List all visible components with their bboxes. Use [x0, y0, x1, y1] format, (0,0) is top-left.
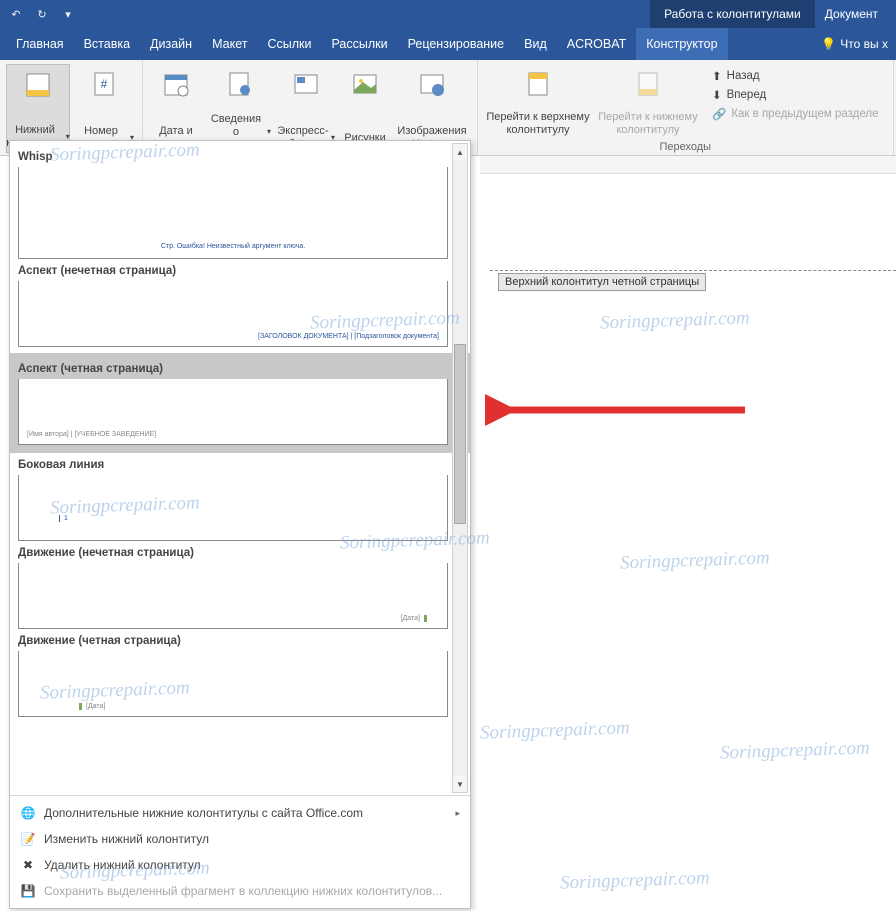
online-pictures-icon [416, 68, 448, 100]
undo-icon[interactable]: ↶ [8, 6, 24, 22]
context-tab-header-footer[interactable]: Работа с колонтитулами [650, 0, 815, 28]
tab-view[interactable]: Вид [514, 28, 557, 60]
gallery-item-label: Whisp [18, 151, 448, 163]
tab-references[interactable]: Ссылки [257, 28, 321, 60]
svg-text:#: # [101, 77, 108, 91]
gallery-item-label: Движение (четная страница) [18, 635, 448, 647]
gallery-footer: 🌐 Дополнительные нижние колонтитулы с са… [10, 795, 470, 908]
edit-footer[interactable]: 📝 Изменить нижний колонтитул [10, 826, 470, 852]
remove-footer[interactable]: ✖ Удалить нижний колонтитул [10, 852, 470, 878]
document-title: Документ [815, 0, 888, 28]
scroll-up-icon[interactable]: ▲ [453, 144, 467, 160]
gallery-item-label: Движение (нечетная страница) [18, 547, 448, 559]
save-footer-selection: 💾 Сохранить выделенный фрагмент в коллек… [10, 878, 470, 904]
doc-info-icon [223, 68, 255, 100]
picture-icon [349, 68, 381, 100]
delete-icon: ✖ [20, 857, 36, 873]
gallery-preview: [Имя автора] | [УЧЕБНОЕ ЗАВЕДЕНИЕ] [18, 379, 448, 445]
nav-forward-label: Вперед [727, 89, 767, 101]
save-footer-label: Сохранить выделенный фрагмент в коллекци… [44, 884, 442, 898]
nav-group-label: Переходы [484, 141, 887, 153]
gallery-item[interactable]: Аспект (нечетная страница) [ЗАГОЛОВОК ДОК… [18, 265, 448, 347]
tell-me[interactable]: 💡 Что вы х [813, 28, 896, 60]
more-footers-label: Дополнительные нижние колонтитулы с сайт… [44, 806, 363, 820]
quick-access-toolbar: ↶ ↻ ▾ [8, 6, 76, 22]
goto-footer-label: Перейти к нижнему колонтитулу [596, 111, 700, 137]
tab-acrobat[interactable]: ACROBAT [557, 28, 637, 60]
gallery-item-label: Аспект (нечетная страница) [18, 265, 448, 277]
link-previous-label: Как в предыдущем разделе [731, 108, 878, 120]
lightbulb-icon: 💡 [821, 37, 836, 51]
gallery-scrollbar[interactable]: ▲ ▼ [452, 143, 468, 793]
tab-constructor[interactable]: Конструктор [636, 28, 727, 60]
ruler[interactable] [480, 156, 896, 174]
gallery-preview: [Дата] [18, 563, 448, 629]
chevron-right-icon: ▸ [455, 808, 460, 819]
redo-icon[interactable]: ↻ [34, 6, 50, 22]
ribbon-group-navigation: Перейти к верхнему колонтитулу Перейти к… [478, 60, 894, 155]
annotation-arrow [485, 388, 755, 432]
tell-me-label: Что вы х [840, 37, 888, 51]
page-number-icon: # [88, 68, 120, 100]
gallery-preview: [Дата] [18, 651, 448, 717]
globe-icon: 🌐 [20, 805, 36, 821]
goto-header-icon [522, 68, 554, 100]
goto-footer-icon [632, 68, 664, 100]
scroll-down-icon[interactable]: ▼ [453, 776, 467, 792]
goto-header-label: Перейти к верхнему колонтитулу [486, 111, 590, 137]
gallery-item-label: Боковая линия [18, 459, 448, 471]
gallery-preview: [ЗАГОЛОВОК ДОКУМЕНТА] | [Подзаголовок до… [18, 281, 448, 347]
remove-footer-label: Удалить нижний колонтитул [44, 858, 201, 872]
goto-header-button[interactable]: Перейти к верхнему колонтитулу [484, 64, 592, 139]
arrow-down-icon: ⬇ [712, 88, 722, 102]
link-previous-button: 🔗 Как в предыдущем разделе [710, 106, 881, 122]
qat-dropdown-icon[interactable]: ▾ [60, 6, 76, 22]
nav-back-label: Назад [727, 70, 760, 82]
gallery-preview: 1 [18, 475, 448, 541]
calendar-icon [160, 68, 192, 100]
nav-forward-button[interactable]: ⬇ Вперед [710, 87, 881, 103]
gallery-item[interactable]: Движение (четная страница) [Дата] [18, 635, 448, 717]
gallery-item[interactable]: Движение (нечетная страница) [Дата] [18, 547, 448, 629]
link-icon: 🔗 [712, 107, 726, 121]
header-label-tag: Верхний колонтитул четной страницы [498, 273, 706, 291]
gallery-item[interactable]: Аспект (четная страница) [Имя автора] | [… [10, 353, 470, 453]
gallery-preview: Стр. Ошибка! Неизвестный аргумент ключа. [18, 167, 448, 259]
footer-gallery: Whisp Стр. Ошибка! Неизвестный аргумент к… [9, 140, 471, 909]
more-footers-online[interactable]: 🌐 Дополнительные нижние колонтитулы с са… [10, 800, 470, 826]
header-boundary [490, 270, 896, 271]
edit-footer-label: Изменить нижний колонтитул [44, 832, 209, 846]
gallery-item-label: Аспект (четная страница) [18, 363, 448, 375]
edit-icon: 📝 [20, 831, 36, 847]
document-page[interactable]: Верхний колонтитул четной страницы [480, 174, 896, 911]
scroll-thumb[interactable] [454, 344, 466, 524]
goto-footer-button: Перейти к нижнему колонтитулу [594, 64, 702, 139]
tab-design[interactable]: Дизайн [140, 28, 202, 60]
quick-parts-icon [290, 68, 322, 100]
gallery-item[interactable]: Стр. Ошибка! Неизвестный аргумент ключа. [18, 167, 448, 259]
document-area: Верхний колонтитул четной страницы [480, 156, 896, 893]
ribbon-tabs: Главная Вставка Дизайн Макет Ссылки Расс… [0, 28, 896, 60]
gallery-item[interactable]: Боковая линия 1 [18, 459, 448, 541]
tab-mailings[interactable]: Рассылки [321, 28, 397, 60]
tab-layout[interactable]: Макет [202, 28, 257, 60]
tab-home[interactable]: Главная [6, 28, 74, 60]
footer-icon [22, 69, 54, 101]
title-bar: ↶ ↻ ▾ Работа с колонтитулами Документ [0, 0, 896, 28]
nav-back-button[interactable]: ⬆ Назад [710, 68, 881, 84]
arrow-up-icon: ⬆ [712, 69, 722, 83]
tab-review[interactable]: Рецензирование [398, 28, 515, 60]
save-icon: 💾 [20, 883, 36, 899]
tab-insert[interactable]: Вставка [74, 28, 140, 60]
